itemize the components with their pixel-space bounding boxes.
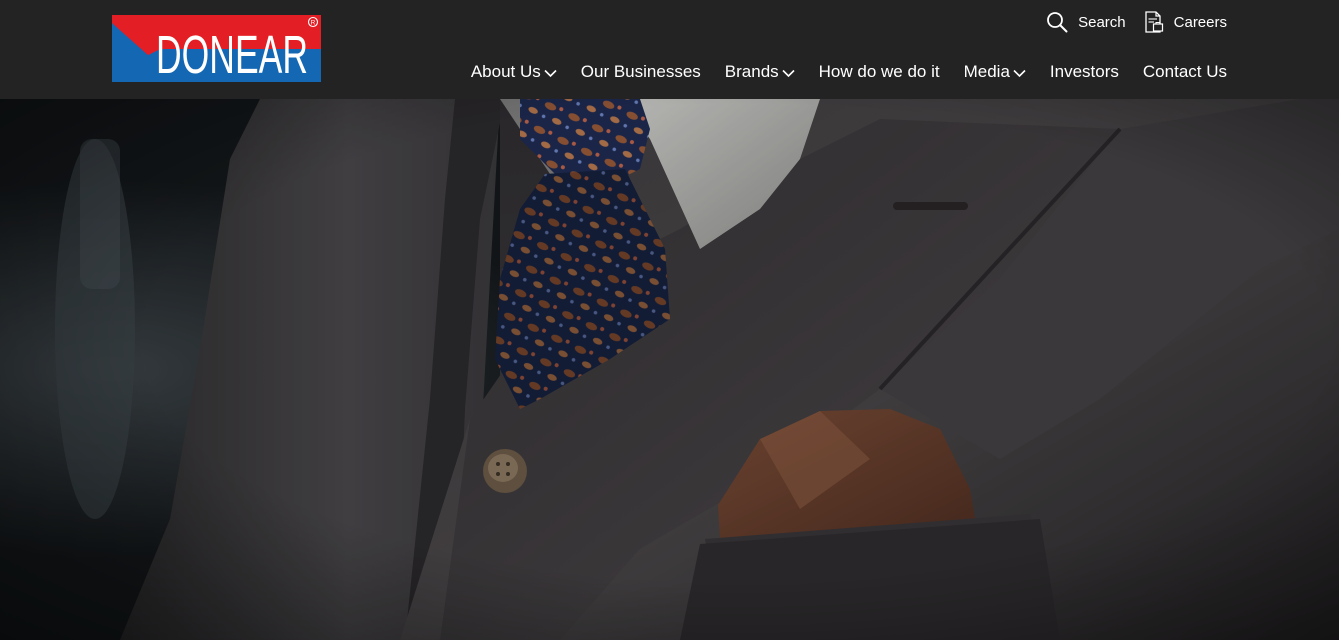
chevron-down-icon <box>544 69 557 77</box>
nav-item-label: Brands <box>724 62 779 81</box>
nav-item-label: Our Businesses <box>580 62 701 81</box>
utility-links: Search Careers <box>1046 10 1227 34</box>
logo-wordmark: DONEAR <box>156 25 308 82</box>
nav-item-how-do-we-do-it[interactable]: How do we do it <box>819 62 940 82</box>
search-link[interactable]: Search <box>1046 11 1126 33</box>
nav-item-investors[interactable]: Investors <box>1050 62 1119 82</box>
careers-label: Careers <box>1173 13 1227 31</box>
donear-logo[interactable]: DONEAR R <box>112 15 321 82</box>
nav-item-our-businesses[interactable]: Our Businesses <box>581 62 701 82</box>
nav-item-label: Investors <box>1049 62 1119 81</box>
nav-item-contact-us[interactable]: Contact Us <box>1143 62 1227 82</box>
nav-item-label: How do we do it <box>818 62 940 81</box>
main-navigation: About Us Our Businesses Brands How do we… <box>471 59 1227 85</box>
search-label: Search <box>1078 13 1126 31</box>
chevron-down-icon <box>1013 69 1026 77</box>
careers-link[interactable]: Careers <box>1144 11 1227 33</box>
nav-item-media[interactable]: Media <box>964 62 1026 82</box>
donear-logo-mark: DONEAR R <box>112 15 321 82</box>
nav-item-brands[interactable]: Brands <box>725 62 795 82</box>
nav-item-label: About Us <box>470 62 541 81</box>
nav-item-label: Contact Us <box>1142 62 1227 81</box>
nav-item-about-us[interactable]: About Us <box>471 62 557 82</box>
careers-document-icon <box>1144 11 1163 33</box>
search-icon <box>1047 12 1068 33</box>
registered-mark: R <box>311 20 316 27</box>
site-header: DONEAR R Search Careers About Us Our Bus… <box>0 0 1339 99</box>
hero-suit-image <box>0 99 1339 640</box>
chevron-down-icon <box>782 69 795 77</box>
hero-banner <box>0 99 1339 640</box>
nav-item-label: Media <box>963 62 1010 81</box>
